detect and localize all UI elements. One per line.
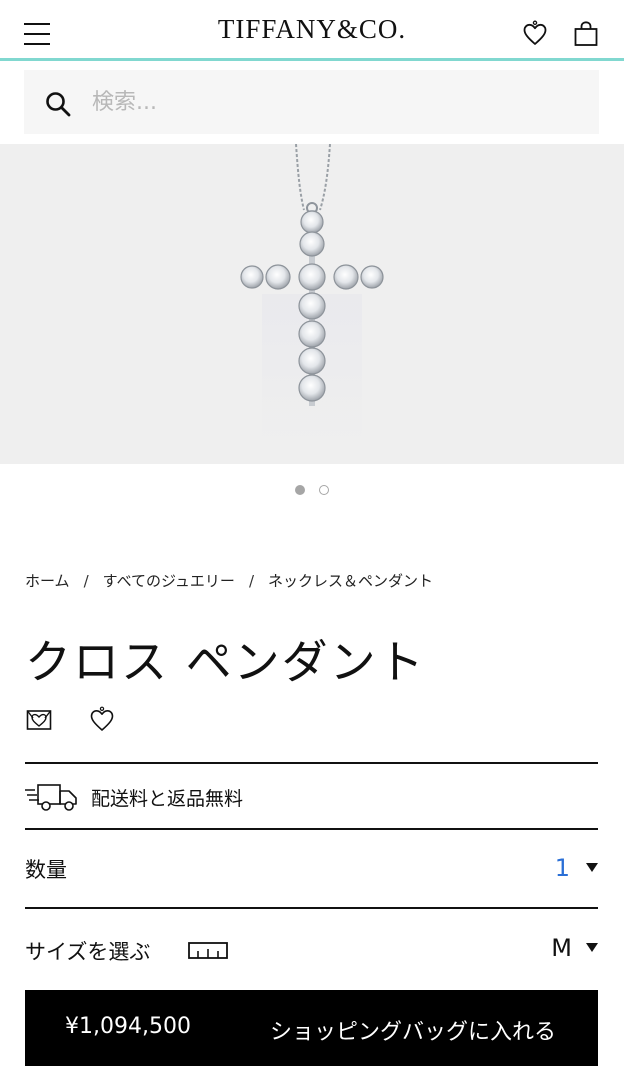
search-bar[interactable] xyxy=(24,70,599,134)
email-icon[interactable] xyxy=(25,706,53,734)
carousel-dot-1[interactable] xyxy=(295,485,305,495)
product-title: クロス ペンダント xyxy=(25,635,426,689)
add-to-bag-button[interactable]: ¥1,094,500 ショッピングバッグに入れる xyxy=(25,990,598,1066)
breadcrumb-necklaces-pendants[interactable]: ネックレス＆ペンダント xyxy=(268,572,433,590)
divider xyxy=(25,828,598,830)
product-image[interactable] xyxy=(0,144,624,464)
heart-icon[interactable] xyxy=(88,706,116,734)
image-carousel-dots xyxy=(0,480,624,495)
menu-icon[interactable] xyxy=(24,20,52,48)
add-to-bag-label: ショッピングバッグに入れる xyxy=(269,1020,556,1045)
quantity-value: 1 xyxy=(554,854,570,882)
free-shipping-text: 配送料と返品無料 xyxy=(91,788,244,810)
ruler-icon[interactable] xyxy=(188,939,228,961)
chevron-down-icon xyxy=(586,943,598,952)
breadcrumb-all-jewelry[interactable]: すべてのジュエリー xyxy=(103,572,235,590)
divider xyxy=(25,907,598,909)
header-accent-rule xyxy=(0,58,624,61)
carousel-dot-2[interactable] xyxy=(319,485,329,495)
breadcrumb-home[interactable]: ホーム xyxy=(25,572,70,590)
breadcrumb-separator: / xyxy=(248,572,254,590)
cross-pendant-image xyxy=(240,144,384,444)
chevron-down-icon xyxy=(586,863,598,872)
quantity-label: 数量 xyxy=(25,858,67,882)
size-label: サイズを選ぶ xyxy=(25,940,151,964)
quantity-select[interactable]: 1 xyxy=(540,852,600,886)
divider xyxy=(25,762,598,764)
delivery-truck-icon xyxy=(25,780,79,812)
shopping-bag-icon[interactable] xyxy=(572,20,600,48)
size-select[interactable]: M xyxy=(530,932,600,966)
search-icon[interactable] xyxy=(44,90,72,118)
search-input[interactable] xyxy=(92,82,572,122)
breadcrumb-separator: / xyxy=(83,572,89,590)
breadcrumb: ホーム / すべてのジュエリー / ネックレス＆ペンダント xyxy=(25,570,433,590)
product-price: ¥1,094,500 xyxy=(65,1014,191,1039)
wishlist-heart-icon[interactable] xyxy=(521,20,549,48)
site-header: TIFFANY&CO. xyxy=(0,0,624,61)
size-value: M xyxy=(551,934,572,962)
